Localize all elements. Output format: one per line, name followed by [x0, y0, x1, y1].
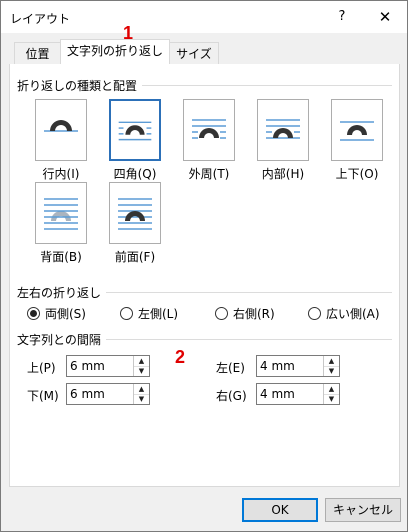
- title-bar: レイアウト ? ✕: [1, 1, 407, 33]
- distance-left-value[interactable]: 4 mm: [260, 359, 295, 373]
- radio-indicator: [27, 307, 40, 320]
- in-front-of-text-icon: [109, 182, 161, 244]
- distance-top-spinner[interactable]: 6 mm ▲ ▼: [66, 355, 150, 377]
- distance-right-label: 右(G): [216, 389, 247, 403]
- wrap-option-top-bottom[interactable]: 上下(O): [330, 99, 384, 182]
- spin-down-icon[interactable]: ▼: [324, 366, 339, 376]
- spinner-buttons: ▲ ▼: [323, 356, 339, 376]
- tab-size[interactable]: サイズ: [169, 42, 219, 65]
- annotation-2: 2: [175, 347, 186, 367]
- wrap-option-square[interactable]: 四角(Q): [108, 99, 162, 182]
- wrap-option-label: 背面(B): [40, 250, 82, 264]
- distance-bottom-spinner[interactable]: 6 mm ▲ ▼: [66, 383, 150, 405]
- distance-bottom-label: 下(M): [27, 389, 59, 403]
- radio-right-only[interactable]: 右側(R): [215, 305, 275, 322]
- wrap-option-label: 四角(Q): [113, 167, 157, 181]
- distance-right-spinner[interactable]: 4 mm ▲ ▼: [256, 383, 340, 405]
- wrap-option-in-front[interactable]: 前面(F): [108, 182, 162, 265]
- through-wrap-icon: [257, 99, 309, 161]
- distance-left-label: 左(E): [216, 361, 245, 375]
- spinner-buttons: ▲ ▼: [133, 356, 149, 376]
- wrap-option-label: 前面(F): [114, 250, 156, 264]
- wrap-option-label: 外周(T): [188, 167, 230, 181]
- ok-button[interactable]: OK: [242, 498, 318, 522]
- spin-down-icon[interactable]: ▼: [134, 366, 149, 376]
- inline-with-text-icon: [35, 99, 87, 161]
- wrap-option-label: 行内(I): [42, 167, 80, 181]
- distance-title: 文字列との間隔: [17, 331, 106, 348]
- dialog-title: レイアウト: [10, 12, 71, 26]
- wrapping-style-title: 折り返しの種類と配置: [17, 77, 143, 94]
- help-button[interactable]: ?: [324, 5, 360, 29]
- square-wrap-icon: [109, 99, 161, 161]
- radio-label: 両側(S): [45, 307, 86, 321]
- distance-right-value[interactable]: 4 mm: [260, 387, 295, 401]
- radio-both-sides[interactable]: 両側(S): [27, 305, 86, 322]
- tight-wrap-icon: [183, 99, 235, 161]
- wrap-option-label: 上下(O): [335, 167, 379, 181]
- distance-bottom-value[interactable]: 6 mm: [70, 387, 105, 401]
- layout-dialog: レイアウト ? ✕ 1 位置 文字列の折り返し サイズ 折り返しの種類と配置 行…: [0, 0, 408, 532]
- wrap-option-label: 内部(H): [261, 167, 305, 181]
- tab-text-wrapping[interactable]: 文字列の折り返し: [60, 39, 170, 64]
- distance-top-label: 上(P): [27, 361, 56, 375]
- radio-indicator: [215, 307, 228, 320]
- spin-down-icon[interactable]: ▼: [324, 394, 339, 404]
- top-bottom-wrap-icon: [331, 99, 383, 161]
- spinner-buttons: ▲ ▼: [323, 384, 339, 404]
- radio-left-only[interactable]: 左側(L): [120, 305, 178, 322]
- distance-left-spinner[interactable]: 4 mm ▲ ▼: [256, 355, 340, 377]
- wrap-option-through[interactable]: 内部(H): [256, 99, 310, 182]
- distance-top-value[interactable]: 6 mm: [70, 359, 105, 373]
- cancel-button[interactable]: キャンセル: [325, 498, 401, 522]
- radio-largest-only[interactable]: 広い側(A): [308, 305, 380, 322]
- spinner-buttons: ▲ ▼: [133, 384, 149, 404]
- radio-indicator: [120, 307, 133, 320]
- wrap-option-behind[interactable]: 背面(B): [34, 182, 88, 265]
- wrap-option-inline[interactable]: 行内(I): [34, 99, 88, 182]
- tab-panel-text-wrapping: 折り返しの種類と配置 行内(I) 四角(Q) 外周(T) 内部(H) 上下(O)…: [9, 64, 400, 487]
- wrap-option-tight[interactable]: 外周(T): [182, 99, 236, 182]
- radio-label: 左側(L): [138, 307, 179, 321]
- close-button[interactable]: ✕: [367, 5, 403, 29]
- radio-label: 右側(R): [233, 307, 275, 321]
- tab-position[interactable]: 位置: [14, 42, 61, 65]
- radio-indicator: [308, 307, 321, 320]
- spin-down-icon[interactable]: ▼: [134, 394, 149, 404]
- wrap-text-title: 左右の折り返し: [17, 284, 107, 301]
- radio-label: 広い側(A): [326, 307, 380, 321]
- behind-text-icon: [35, 182, 87, 244]
